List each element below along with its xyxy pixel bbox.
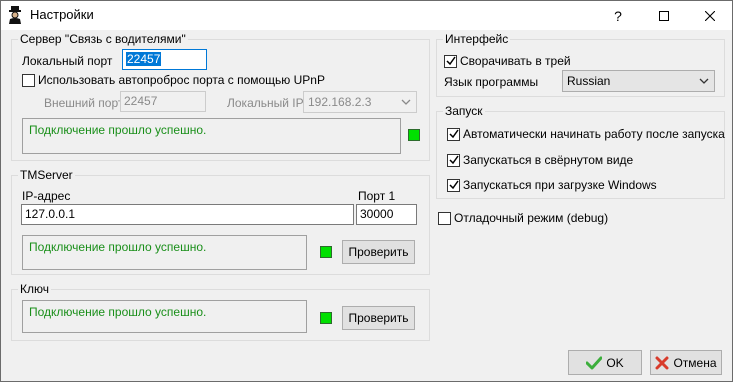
cancel-label: Отмена bbox=[673, 355, 717, 370]
minimize-to-tray-checkbox[interactable]: Сворачивать в трей bbox=[444, 54, 571, 68]
external-port-label: Внешний порт bbox=[44, 96, 124, 110]
help-icon: ? bbox=[614, 7, 622, 24]
key-group-title: Ключ bbox=[18, 282, 51, 296]
key-check-button[interactable]: Проверить bbox=[342, 306, 415, 330]
server-status-box: Подключение прошло успешно. bbox=[22, 118, 401, 154]
title-bar: Настройки ? bbox=[1, 1, 732, 30]
minimize-to-tray-label: Сворачивать в трей bbox=[460, 54, 571, 68]
language-value: Russian bbox=[567, 74, 611, 88]
close-button[interactable] bbox=[687, 1, 733, 30]
key-check-label: Проверить bbox=[348, 311, 409, 325]
language-select[interactable]: Russian bbox=[562, 70, 715, 92]
tmserver-status-led bbox=[320, 246, 332, 258]
cross-icon bbox=[655, 356, 669, 369]
tmserver-status-box: Подключение прошло успешно. bbox=[22, 235, 307, 270]
local-port-value: 22457 bbox=[126, 52, 162, 66]
port-value: 30000 bbox=[360, 207, 394, 221]
ip-address-label: IP-адрес bbox=[22, 189, 71, 203]
check-icon bbox=[448, 129, 459, 139]
auto-start-work-box[interactable] bbox=[447, 127, 460, 141]
start-minimized-checkbox[interactable]: Запускаться в свёрнутом виде bbox=[447, 153, 633, 167]
debug-mode-checkbox[interactable]: Отладочный режим (debug) bbox=[438, 211, 608, 225]
app-icon bbox=[9, 6, 21, 24]
close-icon bbox=[705, 10, 715, 21]
local-port-label: Локальный порт bbox=[22, 54, 113, 68]
cancel-button[interactable]: Отмена bbox=[650, 350, 722, 375]
start-minimized-box[interactable] bbox=[447, 153, 460, 167]
tmserver-group: TMServer IP-адрес Порт 1 127.0.0.1 30000… bbox=[11, 168, 430, 275]
upnp-label: Использовать автопроброс порта с помощью… bbox=[38, 73, 325, 87]
check-icon bbox=[448, 180, 459, 190]
port-label: Порт 1 bbox=[358, 189, 396, 203]
external-port-input[interactable]: 22457 bbox=[120, 91, 206, 112]
server-group: Сервер "Связь с водителями" Локальный по… bbox=[11, 32, 430, 161]
start-with-windows-checkbox[interactable]: Запускаться при загрузке Windows bbox=[447, 178, 657, 192]
external-port-value: 22457 bbox=[124, 94, 158, 108]
ok-button[interactable]: OK bbox=[568, 350, 642, 375]
local-ip-select[interactable]: 192.168.2.3 bbox=[303, 91, 417, 113]
port-input[interactable]: 30000 bbox=[356, 204, 417, 225]
tmserver-group-title: TMServer bbox=[18, 168, 75, 182]
local-port-input[interactable]: 22457 bbox=[122, 49, 207, 70]
key-group: Ключ Подключение прошло успешно. Провери… bbox=[11, 282, 430, 341]
check-icon bbox=[448, 155, 459, 165]
maximize-button[interactable] bbox=[641, 1, 687, 30]
language-label: Язык программы bbox=[444, 75, 539, 89]
launch-group-title: Запуск bbox=[443, 104, 485, 118]
key-status-led bbox=[320, 312, 332, 324]
tmserver-status-text: Подключение прошло успешно. bbox=[29, 240, 207, 254]
server-status-text: Подключение прошло успешно. bbox=[29, 123, 207, 137]
interface-group: Интерфейс Сворачивать в трей Язык програ… bbox=[436, 32, 725, 97]
minimize-to-tray-box[interactable] bbox=[444, 54, 457, 68]
ok-label: OK bbox=[606, 355, 624, 370]
server-status-led bbox=[408, 129, 420, 141]
upnp-checkbox-box[interactable] bbox=[22, 73, 35, 87]
auto-start-work-label: Автоматически начинать работу после запу… bbox=[463, 127, 725, 141]
window-title: Настройки bbox=[30, 7, 94, 22]
key-status-box: Подключение прошло успешно. bbox=[22, 300, 307, 333]
auto-start-work-checkbox[interactable]: Автоматически начинать работу после запу… bbox=[447, 127, 725, 141]
upnp-checkbox[interactable]: Использовать автопроброс порта с помощью… bbox=[22, 73, 325, 87]
start-with-windows-box[interactable] bbox=[447, 178, 460, 192]
settings-window: Настройки ? Сервер "Связь с водителями" … bbox=[0, 0, 733, 382]
local-ip-label: Локальный IP bbox=[227, 96, 304, 110]
start-with-windows-label: Запускаться при загрузке Windows bbox=[463, 178, 657, 192]
debug-mode-label: Отладочный режим (debug) bbox=[454, 211, 609, 225]
debug-mode-box[interactable] bbox=[438, 211, 451, 225]
server-group-title: Сервер "Связь с водителями" bbox=[18, 32, 188, 46]
launch-group: Запуск Автоматически начинать работу пос… bbox=[436, 104, 725, 199]
interface-group-title: Интерфейс bbox=[443, 32, 511, 46]
checkmark-icon bbox=[586, 356, 603, 369]
maximize-icon bbox=[659, 10, 669, 21]
local-ip-value: 192.168.2.3 bbox=[308, 95, 372, 109]
ip-address-value: 127.0.0.1 bbox=[25, 207, 76, 221]
chevron-down-icon bbox=[401, 99, 411, 105]
tmserver-check-button[interactable]: Проверить bbox=[342, 240, 415, 264]
start-minimized-label: Запускаться в свёрнутом виде bbox=[463, 153, 634, 167]
help-button[interactable]: ? bbox=[595, 1, 641, 30]
check-icon bbox=[445, 56, 456, 66]
key-status-text: Подключение прошло успешно. bbox=[29, 305, 207, 319]
tmserver-check-label: Проверить bbox=[348, 245, 409, 259]
ip-address-input[interactable]: 127.0.0.1 bbox=[21, 204, 354, 225]
chevron-down-icon bbox=[699, 78, 709, 84]
